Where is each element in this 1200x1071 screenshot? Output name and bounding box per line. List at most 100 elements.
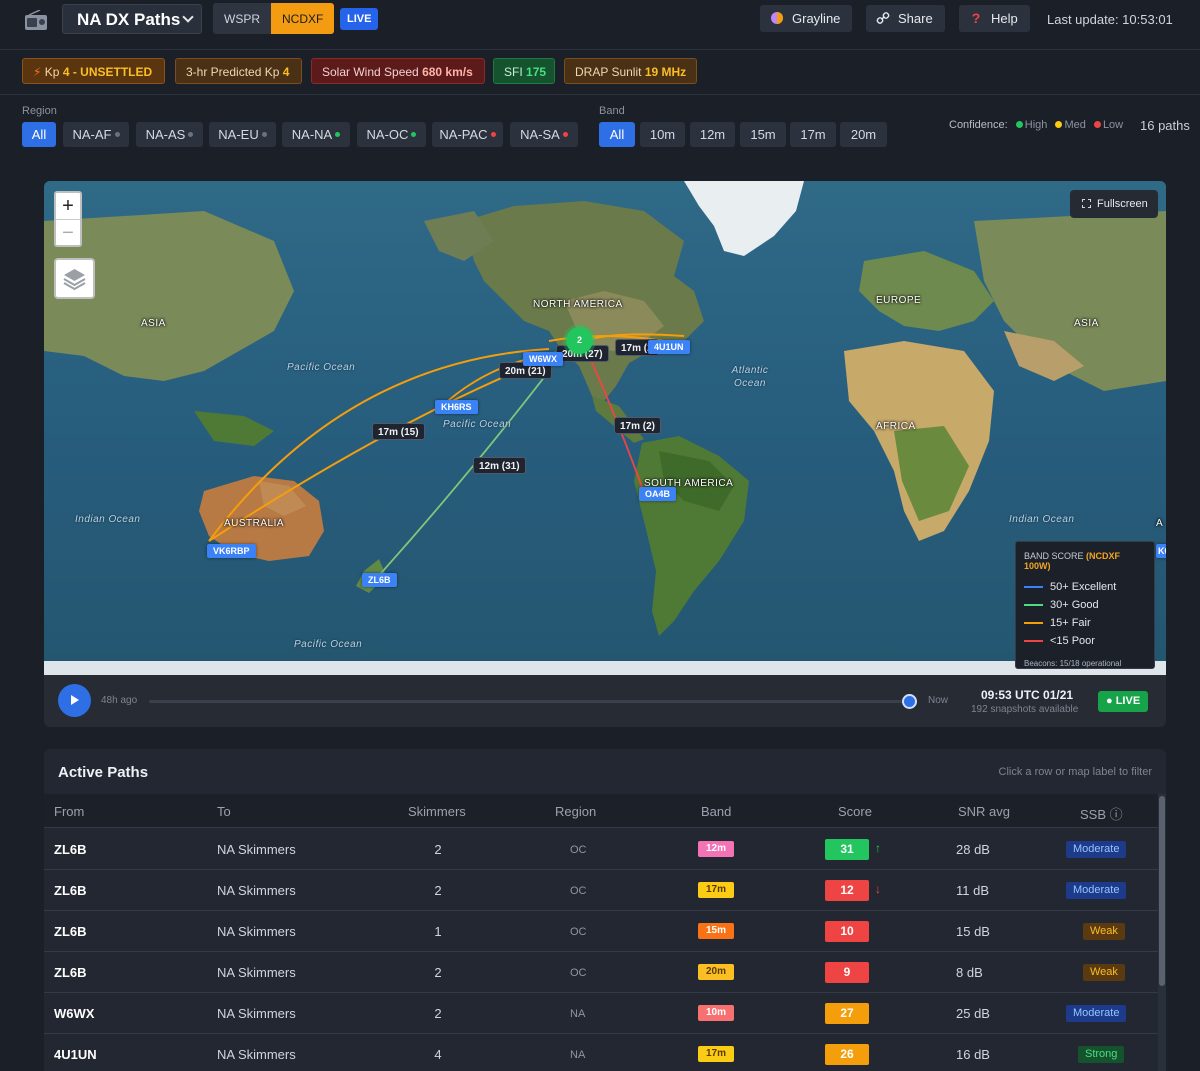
region-na-pac-button[interactable]: NA-PAC — [432, 122, 503, 147]
column-header-snr[interactable]: SNR avg — [958, 804, 1010, 819]
live-button[interactable]: ● LIVE — [1098, 691, 1149, 712]
region-na-oc-button[interactable]: NA-OC — [357, 122, 426, 147]
column-header-band[interactable]: Band — [701, 804, 731, 819]
legend-row-poor: <15 Poor — [1024, 632, 1146, 650]
station-cluster[interactable]: 2 — [566, 327, 593, 354]
region-label: NA-AS — [145, 127, 186, 142]
play-button[interactable] — [58, 684, 91, 717]
legend-swatch — [1024, 622, 1043, 624]
path-count: 16 paths — [1140, 118, 1190, 133]
propagation-map[interactable]: ASIA NORTH AMERICA EUROPE ASIA AFRICA SO… — [44, 181, 1166, 675]
station-marker-oa4b[interactable]: OA4B — [639, 487, 677, 501]
station-marker-w6wx[interactable]: W6WX — [523, 352, 563, 366]
column-header-to[interactable]: To — [217, 804, 231, 819]
question-icon: ? — [971, 10, 981, 26]
lightning-icon: ⚡ — [33, 65, 42, 79]
band-12m-button[interactable]: 12m — [690, 122, 735, 147]
region-na-af-button[interactable]: NA-AF — [63, 122, 129, 147]
station-marker-kh6rs[interactable]: KH6RS — [435, 400, 478, 414]
table-row[interactable]: ZL6B NA Skimmers 2 OC 12m 31 ↑ 28 dB Moderate — [44, 829, 1158, 870]
trend-arrow-icon: ↓ — [875, 882, 881, 896]
column-header-region[interactable]: Region — [555, 804, 596, 819]
station-marker-zl6b[interactable]: ZL6B — [362, 573, 397, 587]
station-marker-k6[interactable]: K6 — [1156, 544, 1166, 558]
band-17m-button[interactable]: 17m — [790, 122, 836, 147]
sfi-value: 175 — [526, 65, 547, 79]
timeline-end-label: Now — [928, 695, 949, 706]
score-badge: 26 — [825, 1044, 869, 1065]
share-label: Share — [898, 11, 933, 26]
help-button[interactable]: ? Help — [959, 5, 1030, 32]
column-header-ssb[interactable]: SSB ⓘ — [1080, 804, 1123, 823]
scrollbar-thumb[interactable] — [1159, 796, 1165, 986]
active-paths-panel: Active Paths Click a row or map label to… — [44, 749, 1166, 1071]
region-all-button[interactable]: All — [22, 122, 56, 147]
table-row[interactable]: ZL6B NA Skimmers 2 OC 17m 12 ↓ 11 dB Moderate — [44, 870, 1158, 911]
mode-ncdxf-button[interactable]: NCDXF — [271, 3, 335, 34]
path-label[interactable]: 17m (2) — [614, 417, 662, 434]
table-row[interactable]: ZL6B NA Skimmers 2 OC 20m 9 8 dB Weak — [44, 952, 1158, 993]
confidence-legend: Confidence: High Med Low — [949, 119, 1123, 131]
status-dot — [335, 132, 341, 137]
path-label[interactable]: 12m (31) — [473, 457, 526, 474]
zoom-out-button[interactable]: − — [56, 219, 80, 245]
band-all-button[interactable]: All — [599, 122, 635, 147]
column-header-from[interactable]: From — [54, 804, 84, 819]
band-20m-button[interactable]: 20m — [840, 122, 887, 147]
kp-badge: ⚡ Kp 4 - UNSETTLED — [22, 58, 165, 84]
station-marker-vk6rbp[interactable]: VK6RBP — [207, 544, 256, 558]
column-header-score[interactable]: Score — [838, 804, 872, 819]
region-code: OC — [570, 926, 587, 938]
share-button[interactable]: Share — [866, 5, 945, 32]
to-destination: NA Skimmers — [217, 1006, 296, 1021]
status-dot — [188, 132, 194, 137]
status-dot — [490, 132, 496, 137]
to-destination: NA Skimmers — [217, 965, 296, 980]
fullscreen-label: Fullscreen — [1097, 198, 1148, 210]
table-scrollbar[interactable] — [1158, 794, 1166, 1071]
region-label: NA-AF — [72, 127, 112, 142]
link-icon — [876, 12, 890, 24]
region-preset-label: NA DX Paths — [77, 10, 181, 29]
band-score-legend: BAND SCORE (NCDXF 100W) 50+ Excellent 30… — [1015, 541, 1155, 669]
region-na-na-button[interactable]: NA-NA — [282, 122, 350, 147]
predicted-kp-label: 3-hr Predicted Kp — [186, 65, 280, 79]
station-marker-4u1un[interactable]: 4U1UN — [648, 340, 690, 354]
from-station: ZL6B — [54, 965, 87, 980]
status-dot — [261, 132, 267, 137]
zoom-in-button[interactable]: + — [56, 193, 80, 219]
confidence-low: Low — [1102, 119, 1124, 131]
table-row[interactable]: W6WX NA Skimmers 2 NA 10m 27 25 dB Moderate — [44, 993, 1158, 1034]
region-code: OC — [570, 844, 587, 856]
table-row[interactable]: ZL6B NA Skimmers 1 OC 15m 10 15 dB Weak — [44, 911, 1158, 952]
fullscreen-button[interactable]: Fullscreen — [1070, 190, 1158, 218]
path-label[interactable]: 17m (15) — [372, 423, 425, 440]
region-na-as-button[interactable]: NA-AS — [136, 122, 203, 147]
band-15m-button[interactable]: 15m — [740, 122, 786, 147]
table-row[interactable]: 4U1UN NA Skimmers 4 NA 17m 26 16 dB Strong — [44, 1034, 1158, 1071]
from-station: ZL6B — [54, 883, 87, 898]
timeline-slider-handle[interactable] — [902, 694, 917, 709]
continent-label-australia: AUSTRALIA — [224, 518, 285, 529]
band-10m-button[interactable]: 10m — [640, 122, 685, 147]
legend-row-label: 30+ Good — [1050, 599, 1099, 611]
mode-wspr-button[interactable]: WSPR — [213, 3, 271, 34]
live-badge[interactable]: LIVE — [340, 8, 379, 30]
grayline-button[interactable]: Grayline — [760, 5, 853, 32]
region-na-sa-button[interactable]: NA-SA — [510, 122, 578, 147]
continent-label-north-america: NORTH AMERICA — [533, 299, 623, 310]
column-header-skimmers[interactable]: Skimmers — [408, 804, 466, 819]
status-dot — [114, 132, 120, 137]
ssb-badge: Weak — [1083, 964, 1125, 981]
region-na-eu-button[interactable]: NA-EU — [209, 122, 276, 147]
confidence-med: Med — [1064, 119, 1086, 131]
timeline-slider[interactable] — [149, 700, 911, 703]
score-badge: 10 — [825, 921, 869, 942]
kp-value: 4 - UNSETTLED — [62, 65, 153, 79]
region-preset-select[interactable]: NA DX Paths — [62, 4, 202, 34]
band-badge: 15m — [698, 923, 734, 939]
region-filter-label: Region — [22, 105, 57, 117]
confidence-high: High — [1024, 119, 1048, 131]
space-weather-bar: ⚡ Kp 4 - UNSETTLED 3-hr Predicted Kp 4 S… — [0, 51, 1200, 95]
layers-button[interactable] — [54, 258, 95, 299]
